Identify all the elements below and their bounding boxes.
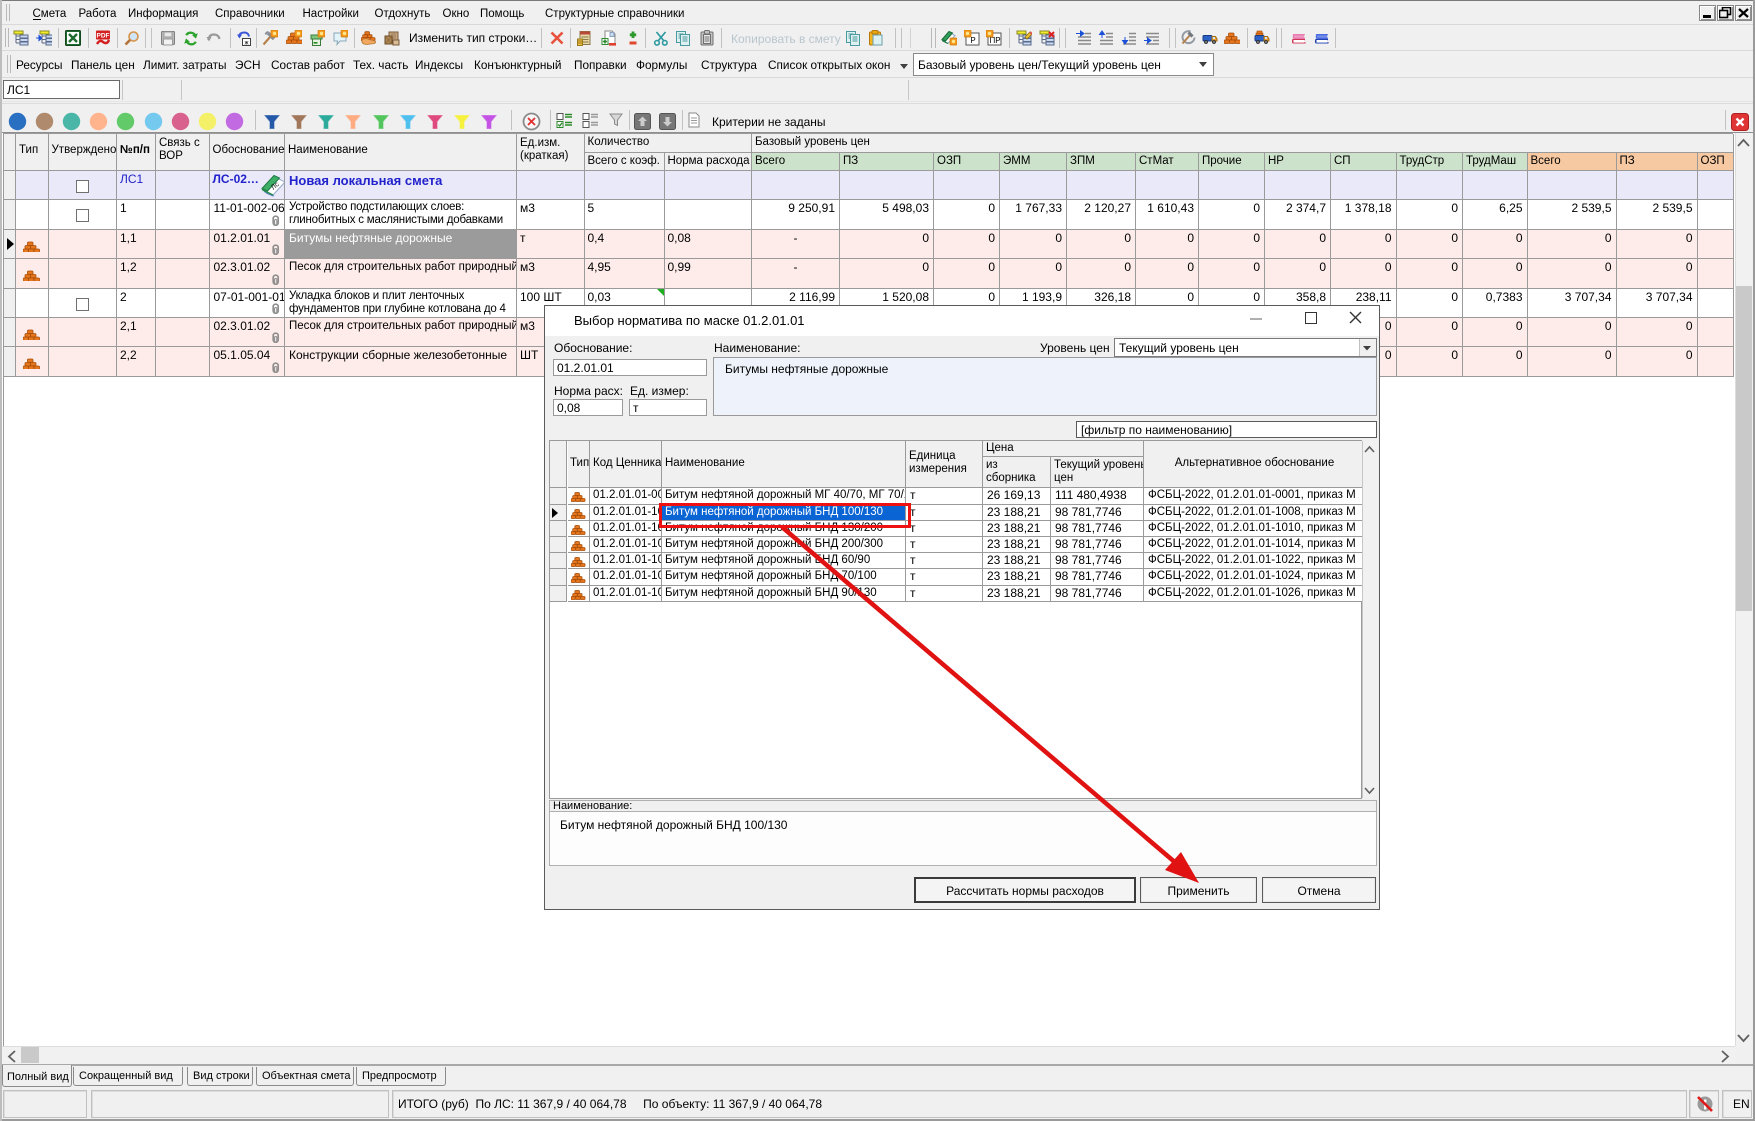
svg-text:PDF: PDF xyxy=(97,33,110,40)
svg-text:P: P xyxy=(970,36,975,45)
svg-text:ж: ж xyxy=(244,41,248,47)
